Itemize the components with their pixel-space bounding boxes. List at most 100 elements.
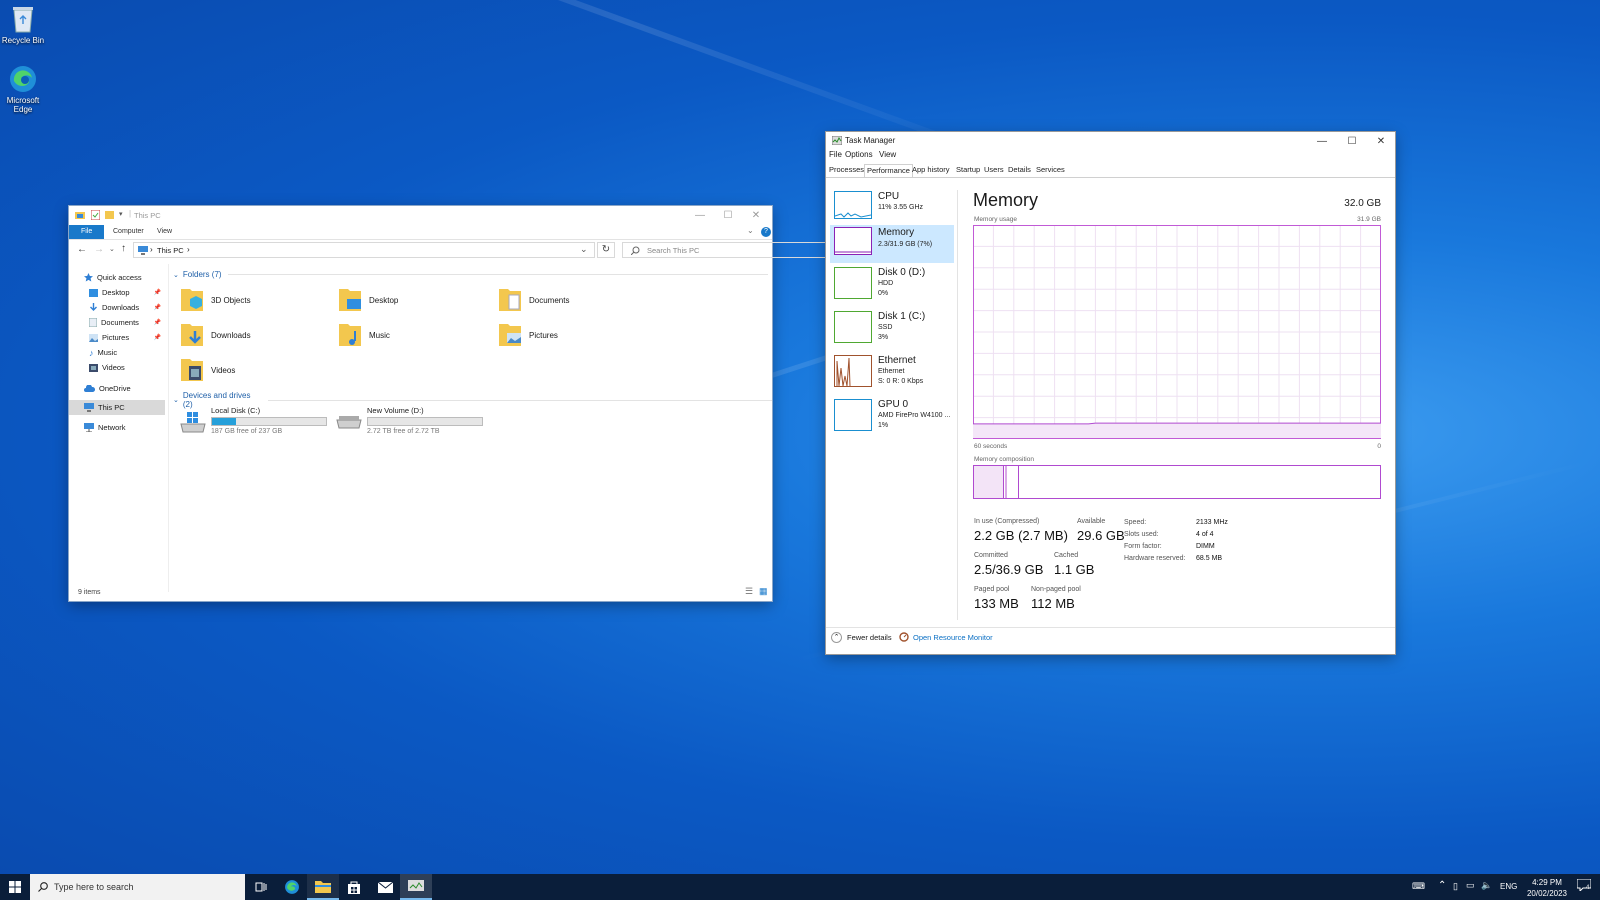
quick-properties-icon[interactable] [91, 210, 100, 220]
pin-icon[interactable]: 📌 [154, 319, 161, 326]
tab-processes[interactable]: Processes [827, 164, 866, 177]
graph-time-left: 60 seconds [974, 443, 1008, 450]
recent-locations-icon[interactable]: ⌄ [109, 245, 115, 253]
open-resource-monitor-link[interactable]: Open Resource Monitor [899, 632, 993, 642]
maximize-button[interactable]: ☐ [1338, 132, 1366, 150]
folders-section-header[interactable]: ⌄ Folders (7) [173, 270, 768, 279]
back-arrow-icon[interactable]: ← [77, 244, 87, 255]
close-button[interactable]: ✕ [1367, 132, 1395, 150]
fewer-details-button[interactable]: ⌃ Fewer details [831, 632, 892, 643]
folder-3d-objects[interactable]: 3D Objects [181, 284, 331, 316]
taskbar-mail[interactable] [369, 874, 401, 900]
large-icons-view-icon[interactable]: ▦ [759, 586, 768, 597]
tab-details[interactable]: Details [1006, 164, 1033, 177]
ribbon-tab-view[interactable]: View [149, 225, 180, 239]
menu-options[interactable]: Options [845, 150, 873, 159]
tab-services[interactable]: Services [1034, 164, 1067, 177]
qat-dropdown-icon[interactable]: ▾ [119, 210, 123, 218]
perf-disk-0[interactable]: Disk 0 (D:) HDD 0% [830, 265, 954, 305]
cached-label: Cached [1054, 552, 1079, 559]
tray-overflow-icon[interactable]: ⌃ [1438, 880, 1446, 891]
menu-view[interactable]: View [879, 150, 896, 159]
ribbon-tab-file[interactable]: File [69, 225, 105, 239]
task-manager-app-icon [832, 136, 842, 145]
nav-quick-access[interactable]: Quick access [69, 270, 165, 285]
perf-subtitle: 3% [878, 334, 889, 341]
tm-title: Task Manager [845, 136, 896, 145]
nav-desktop[interactable]: Desktop 📌 [69, 285, 165, 300]
nav-onedrive[interactable]: OneDrive [69, 381, 165, 396]
ribbon-expand-icon[interactable]: ⌄ [747, 226, 754, 235]
close-button[interactable]: ✕ [742, 206, 770, 224]
address-dropdown-icon[interactable]: ⌄ [580, 244, 588, 255]
paged-pool-value: 133 MB [974, 596, 1019, 611]
recycle-bin-shortcut[interactable]: Recycle Bin [0, 4, 58, 45]
drive-local-c[interactable]: Local Disk (C:) 187 GB free of 237 GB [179, 406, 329, 440]
folder-music[interactable]: Music [339, 319, 489, 351]
menu-file[interactable]: File [829, 150, 842, 159]
pin-icon[interactable]: 📌 [154, 334, 161, 341]
keyboard-icon[interactable]: ⌨ [1412, 881, 1425, 892]
volume-icon[interactable]: 🔈 [1481, 880, 1492, 891]
pin-icon[interactable]: 📌 [154, 289, 161, 296]
minimize-button[interactable]: — [686, 206, 714, 224]
nav-videos[interactable]: Videos [69, 360, 165, 375]
refresh-button[interactable]: ↻ [597, 242, 615, 258]
composition-standby [1007, 466, 1019, 498]
computer-icon [84, 403, 94, 412]
tab-app-history[interactable]: App history [910, 164, 952, 177]
folder-documents[interactable]: Documents [499, 284, 649, 316]
pin-icon[interactable]: 📌 [154, 304, 161, 311]
task-view-button[interactable] [245, 874, 277, 900]
taskbar-search-box[interactable]: Type here to search [30, 874, 245, 900]
folder-pictures[interactable]: Pictures [499, 319, 649, 351]
composition-in-use [974, 466, 1004, 498]
tab-users[interactable]: Users [982, 164, 1006, 177]
forward-arrow-icon[interactable]: → [94, 244, 104, 255]
nav-music[interactable]: ♪ Music [69, 345, 165, 360]
nav-this-pc[interactable]: This PC [69, 400, 165, 415]
folder-desktop[interactable]: Desktop [339, 284, 489, 316]
drive-new-volume-d[interactable]: New Volume (D:) 2.72 TB free of 2.72 TB [335, 406, 485, 440]
tab-performance[interactable]: Performance [864, 164, 913, 177]
breadcrumb-this-pc[interactable]: This PC [157, 246, 184, 255]
network-status-icon[interactable]: ▭ [1466, 880, 1475, 891]
tab-startup[interactable]: Startup [954, 164, 982, 177]
address-bar[interactable]: › This PC › ⌄ [133, 242, 595, 258]
taskbar-task-manager[interactable] [400, 874, 432, 900]
perf-cpu[interactable]: CPU 11% 3.55 GHz [830, 189, 954, 229]
music-note-icon: ♪ [89, 347, 94, 358]
perf-gpu[interactable]: GPU 0 AMD FirePro W4100 ... 1% [830, 397, 954, 437]
nav-documents[interactable]: Documents 📌 [69, 315, 165, 330]
nav-downloads[interactable]: Downloads 📌 [69, 300, 165, 315]
taskbar-store[interactable] [338, 874, 370, 900]
folder-downloads[interactable]: Downloads [181, 319, 331, 351]
ribbon-tab-computer[interactable]: Computer [105, 225, 152, 239]
taskbar-file-explorer[interactable] [307, 874, 339, 900]
videos-folder-icon [181, 359, 203, 381]
nav-network[interactable]: Network [69, 420, 165, 435]
details-view-icon[interactable]: ☰ [745, 586, 753, 597]
nav-pictures[interactable]: Pictures 📌 [69, 330, 165, 345]
clock[interactable]: 4:29 PM 20/02/2023 [1518, 877, 1576, 899]
help-icon[interactable]: ? [761, 227, 771, 237]
taskbar-edge[interactable] [276, 874, 308, 900]
perf-title: GPU 0 [878, 399, 909, 410]
up-arrow-icon[interactable]: ↑ [121, 243, 126, 254]
start-button[interactable] [0, 874, 30, 900]
action-center-button[interactable]: 4 [1576, 878, 1595, 895]
edge-shortcut[interactable]: Microsoft Edge [0, 64, 58, 114]
perf-disk-1[interactable]: Disk 1 (C:) SSD 3% [830, 309, 954, 349]
tm-title-bar[interactable]: Task Manager — ☐ ✕ [826, 132, 1395, 149]
language-indicator[interactable]: ENG [1500, 882, 1517, 891]
perf-ethernet[interactable]: Ethernet Ethernet S: 0 R: 0 Kbps [830, 353, 954, 393]
explorer-title-bar[interactable]: ▾ | This PC — ☐ ✕ [69, 206, 772, 224]
minimize-button[interactable]: — [1308, 132, 1336, 150]
nonpaged-pool-label: Non-paged pool [1031, 586, 1081, 593]
search-box[interactable]: Search This PC [622, 242, 836, 258]
new-folder-icon[interactable] [105, 210, 114, 220]
maximize-button[interactable]: ☐ [714, 206, 742, 224]
battery-icon[interactable]: ▯ [1453, 881, 1458, 892]
perf-memory[interactable]: Memory 2.3/31.9 GB (7%) [830, 225, 954, 263]
folder-videos[interactable]: Videos [181, 354, 331, 386]
